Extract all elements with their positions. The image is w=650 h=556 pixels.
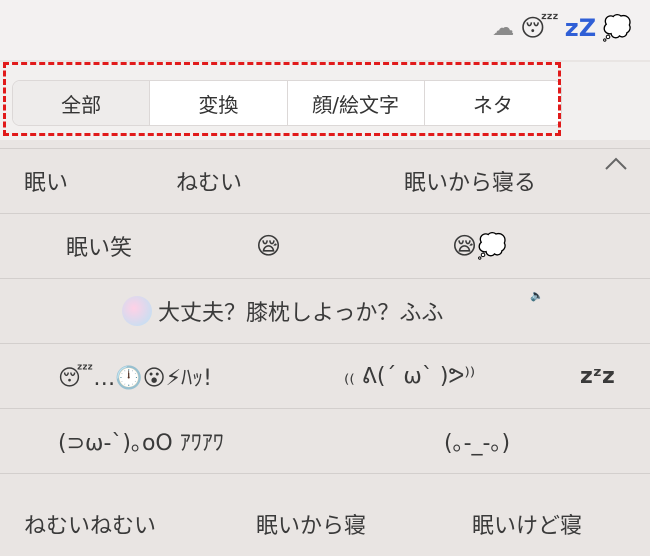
zzz-icon[interactable]: zZ	[565, 14, 596, 42]
candidate-item[interactable]: 眠いから寝る	[404, 149, 536, 213]
candidate-row: (⊃ω-`)｡oO ｱﾜｱﾜ (｡-_-｡)	[0, 408, 650, 473]
candidate-item[interactable]: 😪	[256, 214, 281, 278]
candidate-item[interactable]: ねむい	[176, 149, 242, 213]
highlight-box	[3, 62, 561, 136]
candidate-item[interactable]: (⊃ω-`)｡oO ｱﾜｱﾜ	[58, 409, 224, 473]
candidate-row: 😴…🕛😮⚡ﾊｯ! ₍₍ ᕕ(´ ω` )ᕗ⁾⁾ zᶻz	[0, 343, 650, 408]
candidate-item[interactable]: 眠いから寝	[256, 492, 366, 556]
sleepy-face-emoji[interactable]: 😴	[520, 14, 559, 42]
candidate-row: 眠い笑 😪 😪💭	[0, 213, 650, 278]
avatar	[122, 296, 152, 326]
header-chips: ☁ 😴 zZ 💭	[492, 14, 632, 42]
candidate-item[interactable]: 眠いけど寝	[472, 492, 582, 556]
candidate-row: 眠い ねむい 眠いから寝る	[0, 148, 650, 213]
candidate-item[interactable]: 眠い	[24, 149, 68, 213]
candidate-row: ねむいねむい 眠いから寝 眠いけど寝	[0, 473, 650, 539]
candidate-list: 眠い ねむい 眠いから寝る 眠い笑 😪 😪💭 大丈夫？膝枕しよっか？ふふ 🔈 😴…	[0, 148, 650, 539]
candidate-item[interactable]: 😪💭	[452, 214, 507, 278]
thought-bubble-icon[interactable]: 💭	[602, 14, 632, 42]
candidate-item[interactable]: 眠い笑	[66, 214, 132, 278]
candidate-item[interactable]: zᶻz	[580, 344, 615, 408]
candidate-text: 大丈夫？膝枕しよっか？ふふ	[158, 301, 444, 326]
candidate-item[interactable]: ねむいねむい	[24, 492, 156, 556]
candidate-item[interactable]: 大丈夫？膝枕しよっか？ふふ	[122, 279, 443, 343]
candidate-item[interactable]: (｡-_-｡)	[444, 409, 510, 473]
candidate-item[interactable]: 😴…🕛😮⚡ﾊｯ!	[58, 344, 212, 408]
suggestion-header: ☁ 😴 zZ 💭	[0, 0, 650, 60]
candidate-item[interactable]: ₍₍ ᕕ(´ ω` )ᕗ⁾⁾	[344, 344, 475, 408]
candidate-row: 大丈夫？膝枕しよっか？ふふ 🔈	[0, 278, 650, 343]
cloud-icon[interactable]: ☁	[492, 16, 514, 41]
speaker-icon: 🔈	[530, 289, 544, 302]
